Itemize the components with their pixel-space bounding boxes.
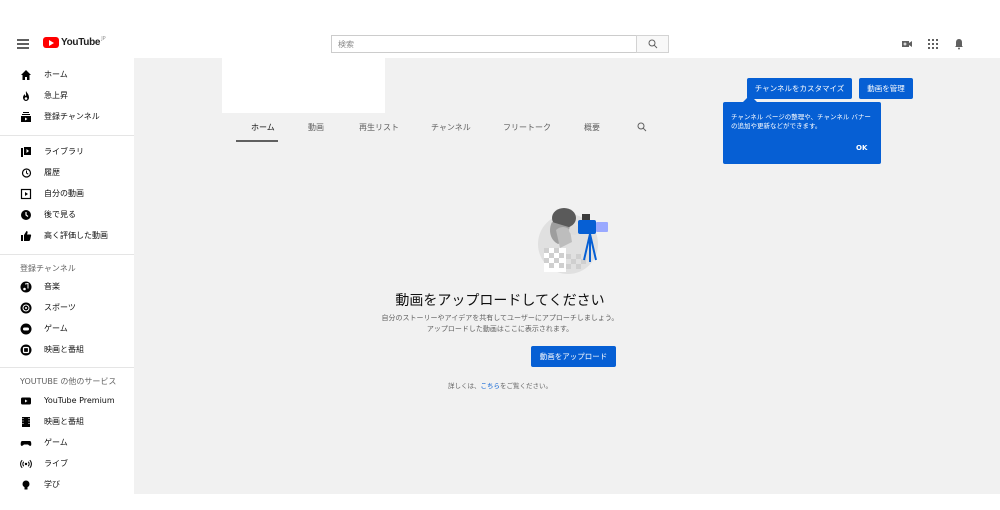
top-header: YouTube JP 検索 — [0, 30, 1000, 58]
empty-state-desc-line2: アップロードした動画はここに表示されます。 — [426, 325, 574, 333]
sidebar-item-label: 後で見る — [44, 210, 76, 219]
tab-channels[interactable]: チャンネル — [431, 122, 471, 133]
learn-more-text: 詳しくは、こちらをご覧ください。 — [0, 380, 1000, 390]
tab-videos[interactable]: 動画 — [308, 122, 324, 133]
sidebar-item-gaming[interactable]: ゲーム — [0, 432, 134, 453]
sidebar-item-liked-videos[interactable]: 高く評価した動画 — [0, 225, 134, 246]
film-icon — [22, 416, 30, 427]
gamepad-icon — [20, 440, 32, 446]
sidebar-item-label: 履歴 — [44, 168, 60, 177]
sidebar-item-watch-later[interactable]: 後で見る — [0, 204, 134, 225]
create-video-icon[interactable] — [901, 38, 913, 50]
youtube-play-icon — [43, 37, 59, 48]
my-videos-icon — [20, 188, 32, 199]
channel-banner-area — [222, 58, 385, 113]
tab-discussion[interactable]: フリートーク — [503, 122, 551, 133]
home-icon — [21, 69, 31, 80]
customize-channel-button[interactable]: チャンネルをカスタマイズ — [747, 78, 852, 99]
subscriptions-icon — [21, 111, 31, 122]
youtube-premium-icon — [21, 397, 31, 404]
search-button[interactable] — [636, 35, 669, 53]
search-placeholder: 検索 — [338, 40, 354, 49]
upload-illustration — [538, 208, 608, 274]
sidebar-divider — [0, 367, 134, 368]
menu-icon[interactable] — [17, 39, 29, 49]
sidebar-item-youtube-premium[interactable]: YouTube Premium — [0, 390, 134, 411]
empty-state-desc-line1: 自分のストーリーやアイデアを共有してユーザーにアプローチしましょう。 — [381, 314, 619, 322]
tooltip-text: チャンネル ページの整理や、チャンネル バナーの追加や更新などができます。 — [731, 113, 871, 130]
tab-playlists[interactable]: 再生リスト — [359, 122, 399, 133]
sidebar-item-movies-shows[interactable]: 映画と番組 — [0, 411, 134, 432]
sidebar-item-learning[interactable]: 学び — [0, 474, 134, 495]
tab-about[interactable]: 概要 — [584, 122, 600, 133]
sidebar-item-label: ライブ — [44, 459, 68, 468]
learn-more-link[interactable]: こちら — [481, 382, 501, 390]
library-icon — [21, 146, 31, 157]
sidebar-item-my-videos[interactable]: 自分の動画 — [0, 183, 134, 204]
sidebar-item-label: ライブラリ — [44, 147, 84, 156]
search-icon — [648, 39, 658, 49]
sidebar-item-movies-channel[interactable]: 映画と番組 — [0, 339, 134, 360]
sidebar-item-label: ゲーム — [44, 438, 68, 447]
sidebar-divider — [0, 254, 134, 255]
movies-channel-icon — [20, 344, 32, 355]
live-icon — [20, 459, 32, 468]
youtube-logo[interactable]: YouTube JP — [43, 35, 106, 48]
active-tab-indicator — [236, 140, 278, 142]
logo-region: JP — [101, 35, 106, 42]
sidebar-item-subscriptions[interactable]: 登録チャンネル — [0, 106, 134, 127]
lightbulb-icon — [22, 480, 30, 489]
customize-tooltip: チャンネル ページの整理や、チャンネル バナーの追加や更新などができます。 OK — [723, 95, 881, 164]
sidebar-item-history[interactable]: 履歴 — [0, 162, 134, 183]
sidebar-item-live[interactable]: ライブ — [0, 453, 134, 474]
subscriptions-heading: 登録チャンネル — [20, 264, 76, 273]
search-input[interactable]: 検索 — [331, 35, 636, 53]
channel-search-icon[interactable] — [637, 122, 647, 132]
sidebar-item-label: 映画と番組 — [44, 345, 84, 354]
sidebar-item-label: 急上昇 — [44, 91, 68, 100]
sidebar-item-home[interactable]: ホーム — [0, 64, 134, 85]
tab-home[interactable]: ホーム — [251, 122, 275, 133]
apps-grid-icon[interactable] — [927, 38, 939, 50]
sidebar-item-library[interactable]: ライブラリ — [0, 141, 134, 162]
history-icon — [21, 167, 32, 178]
watch-later-icon — [21, 209, 31, 220]
sidebar-item-label: 登録チャンネル — [44, 112, 100, 121]
thumbs-up-icon — [21, 230, 32, 241]
sidebar-item-label: 自分の動画 — [44, 189, 84, 198]
sidebar-item-label: ホーム — [44, 70, 68, 79]
upload-video-button[interactable]: 動画をアップロード — [531, 346, 616, 367]
notifications-bell-icon[interactable] — [953, 38, 965, 50]
sidebar-divider — [0, 135, 134, 136]
logo-text: YouTube — [61, 37, 101, 48]
sidebar-item-label: YouTube Premium — [44, 396, 115, 405]
tooltip-ok-button[interactable]: OK — [856, 144, 867, 152]
learn-more-suffix: をご覧ください。 — [500, 382, 552, 390]
manage-videos-button[interactable]: 動画を管理 — [859, 78, 913, 99]
sidebar-item-label: 高く評価した動画 — [44, 231, 108, 240]
learn-more-prefix: 詳しくは、 — [448, 382, 481, 390]
sidebar: ホーム 急上昇 登録チャンネル ライブラリ 履歴 自分の動画 後で見る 高く評価… — [0, 63, 134, 510]
flame-icon — [23, 90, 29, 101]
sidebar-item-label: 学び — [44, 480, 60, 489]
sidebar-item-trending[interactable]: 急上昇 — [0, 85, 134, 106]
sidebar-item-label: 映画と番組 — [44, 417, 84, 426]
empty-state-title: 動画をアップロードしてください — [395, 293, 605, 309]
